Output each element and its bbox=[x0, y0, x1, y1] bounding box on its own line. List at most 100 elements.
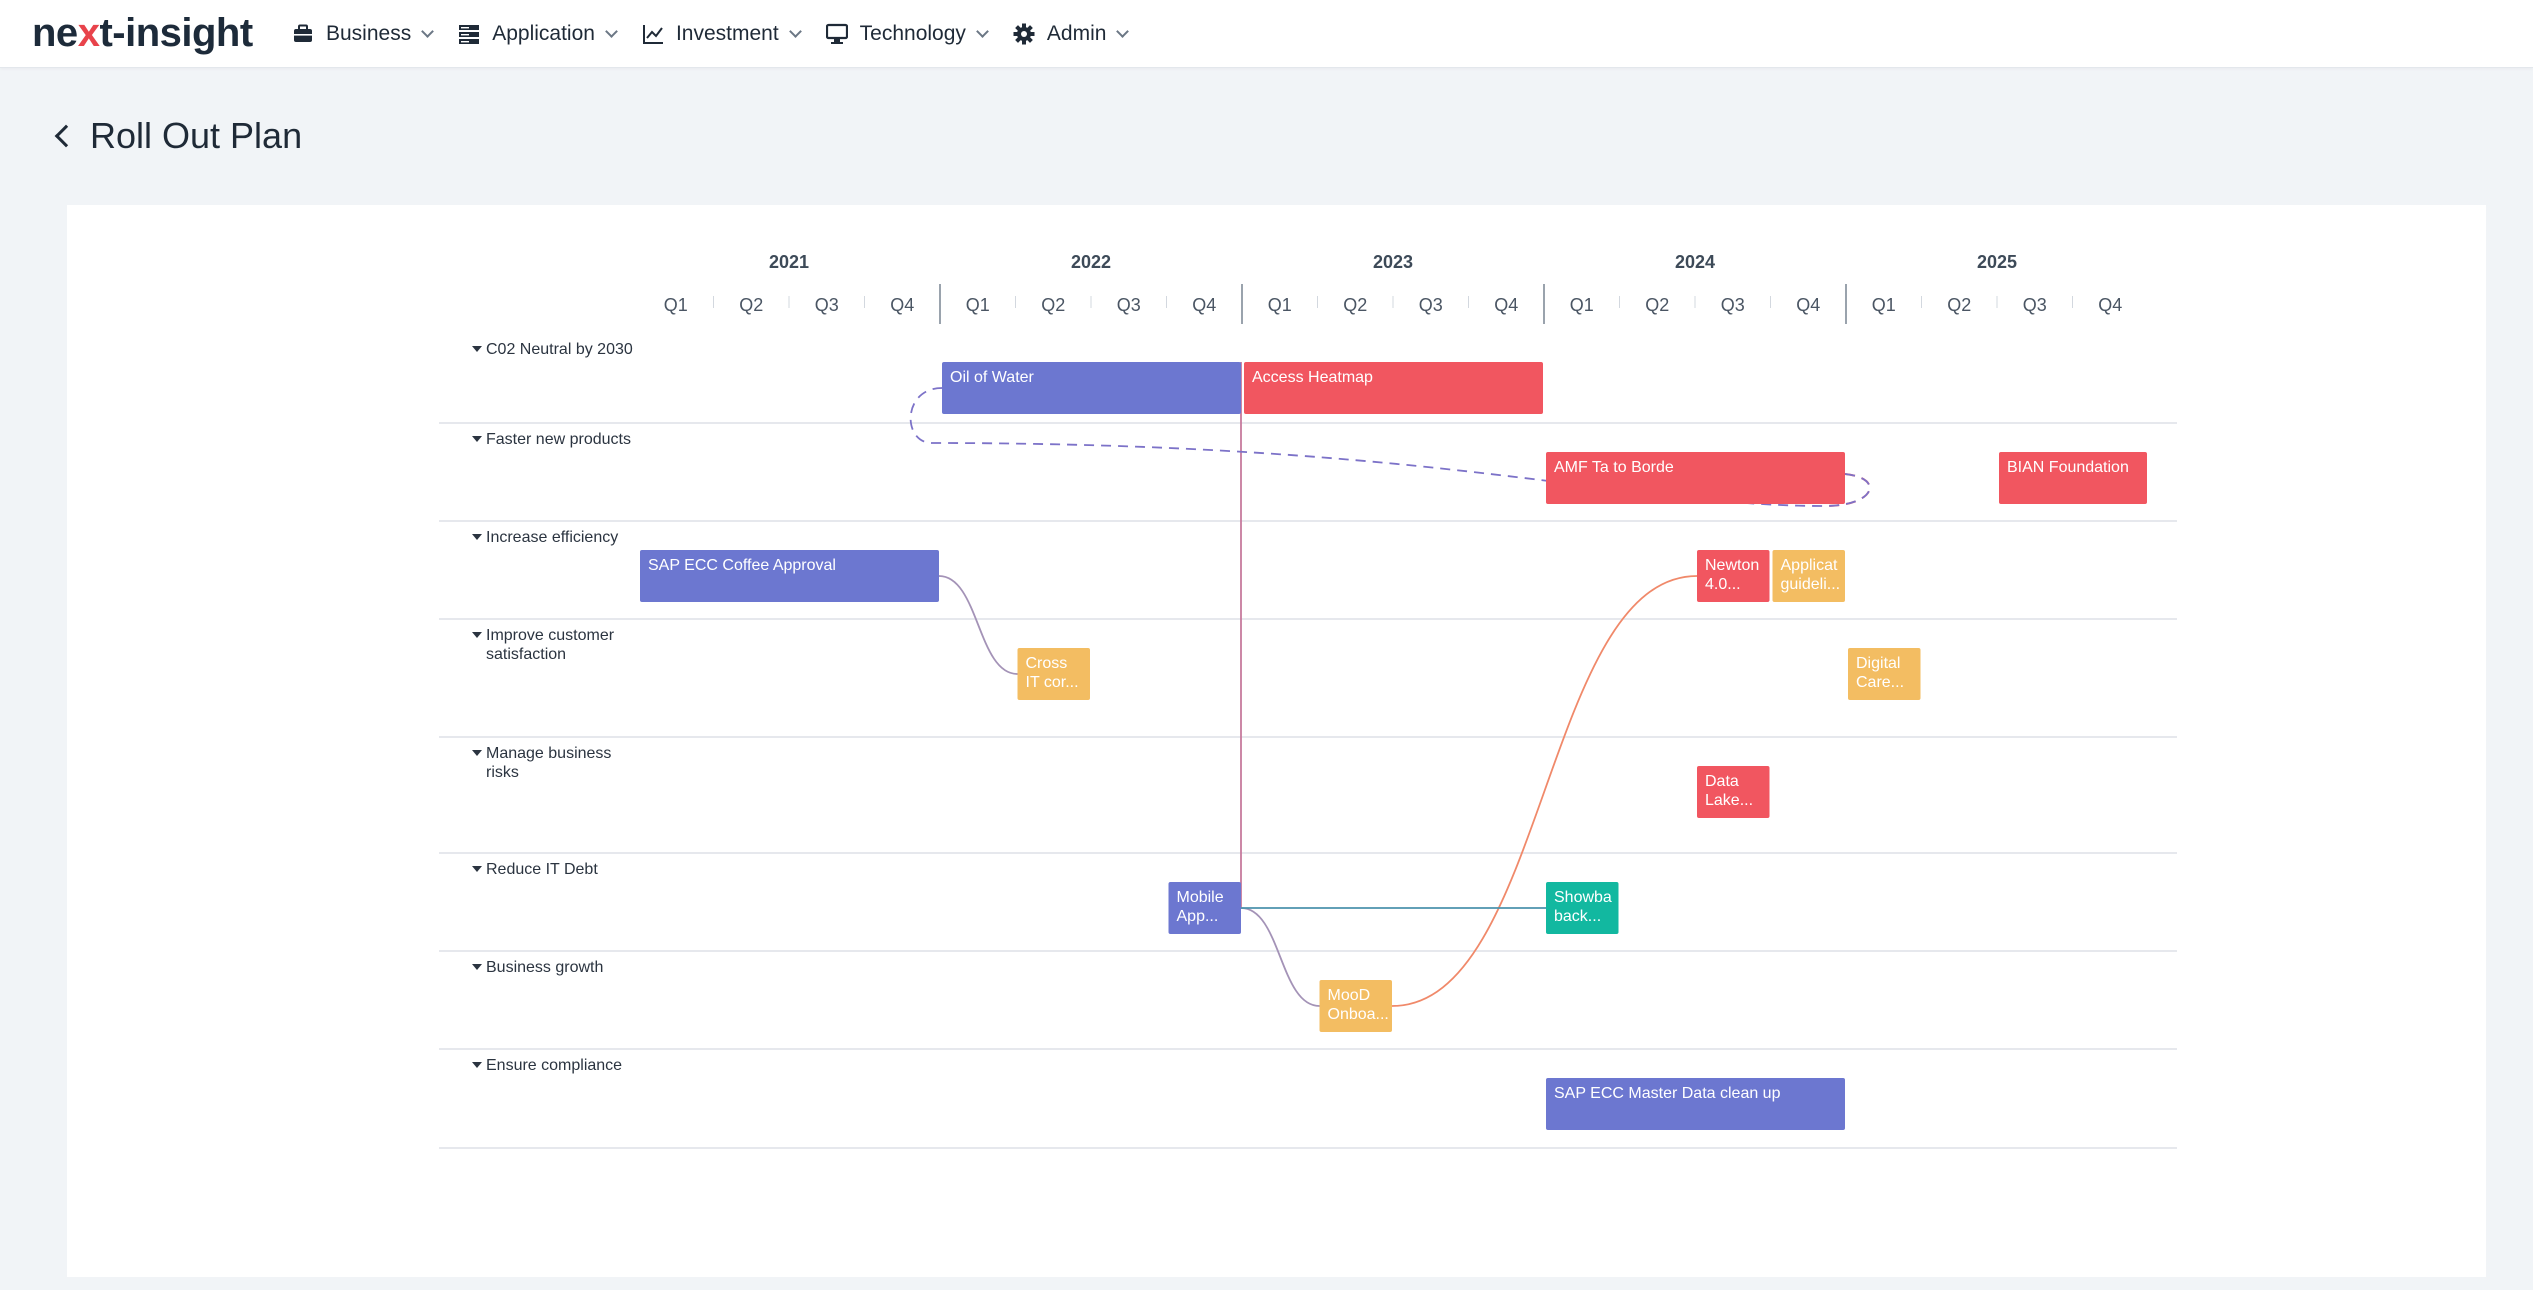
collapse-caret-icon[interactable] bbox=[472, 436, 482, 442]
quarter-label: Q1 bbox=[1268, 295, 1292, 315]
roadmap-item-label: Newton bbox=[1705, 557, 1759, 574]
roadmap-item[interactable]: Cross IT cor... bbox=[1017, 648, 1091, 700]
collapse-caret-icon[interactable] bbox=[472, 964, 482, 970]
lane-label[interactable]: C02 Neutral by 2030 bbox=[486, 341, 633, 358]
main-nav: Business Application Investment Technolo… bbox=[292, 0, 1153, 68]
quarter-label: Q3 bbox=[1419, 295, 1443, 315]
quarter-label: Q4 bbox=[1494, 295, 1518, 315]
logo-suffix: t-insight bbox=[99, 11, 253, 55]
roadmap-item-label: Lake... bbox=[1705, 792, 1753, 809]
page-title: Roll Out Plan bbox=[90, 115, 303, 156]
chevron-down-icon bbox=[788, 25, 802, 38]
lane-label[interactable]: Increase efficiency bbox=[486, 529, 618, 546]
quarter-label: Q2 bbox=[1947, 295, 1971, 315]
lane-label[interactable]: Reduce IT Debt bbox=[486, 861, 598, 878]
roadmap-item[interactable]: SAP ECC Coffee Approval bbox=[640, 550, 939, 602]
nav-investment-label: Investment bbox=[675, 22, 779, 45]
collapse-caret-icon[interactable] bbox=[472, 632, 482, 638]
quarter-label: Q1 bbox=[1872, 295, 1896, 315]
quarter-label: Q1 bbox=[1570, 295, 1594, 315]
roadmap-timeline: 2021 Q1 Q2 Q3 Q4 2022 Q1 Q2 Q3 Q4 2023 Q1 Q2 Q3 Q4 2024… bbox=[439, 252, 2177, 1149]
roadmap-item-label: Applicat bbox=[1781, 557, 1838, 574]
nav-technology-label: Technology bbox=[859, 22, 966, 45]
roadmap-item[interactable]: Digital Care... bbox=[1848, 648, 1921, 700]
chevron-left-icon bbox=[54, 124, 78, 148]
briefcase-icon bbox=[294, 24, 312, 42]
monitor-icon bbox=[825, 23, 848, 44]
collapse-caret-icon[interactable] bbox=[472, 750, 482, 756]
collapse-caret-icon[interactable] bbox=[472, 1062, 482, 1068]
roadmap-item[interactable]: SAP ECC Master Data clean up bbox=[1546, 1078, 1845, 1130]
roadmap-item-label: SAP ECC Coffee Approval bbox=[648, 557, 836, 574]
roadmap-item-label: Data bbox=[1705, 773, 1739, 790]
collapse-caret-icon[interactable] bbox=[472, 866, 482, 872]
year-label: 2021 bbox=[769, 252, 809, 272]
lane-label[interactable]: Ensure compliance bbox=[486, 1057, 622, 1074]
year-label: 2025 bbox=[1977, 252, 2017, 272]
quarter-label: Q4 bbox=[890, 295, 914, 315]
nav-technology[interactable]: Technology bbox=[825, 14, 989, 54]
roadmap-item-label: Onboa... bbox=[1328, 1006, 1389, 1023]
collapse-caret-icon[interactable] bbox=[472, 346, 482, 352]
lane-label[interactable]: risks bbox=[486, 764, 519, 781]
quarter-label: Q1 bbox=[966, 295, 990, 315]
year-label: 2023 bbox=[1373, 252, 1413, 272]
nav-business[interactable]: Business bbox=[292, 14, 435, 54]
roadmap-item-label: Care... bbox=[1856, 674, 1904, 691]
collapse-caret-icon[interactable] bbox=[472, 534, 482, 540]
quarter-label: Q3 bbox=[815, 295, 839, 315]
roadmap-item-label: Digital bbox=[1856, 655, 1900, 672]
server-icon bbox=[459, 25, 480, 44]
lane-label[interactable]: Manage business bbox=[486, 745, 611, 762]
roadmap-item-label: Access Heatmap bbox=[1252, 369, 1373, 386]
nav-application[interactable]: Application bbox=[458, 14, 618, 54]
lane-label[interactable]: Improve customer bbox=[486, 627, 615, 644]
chevron-down-icon bbox=[605, 25, 618, 38]
roadmap-item[interactable]: Mobile App... bbox=[1168, 882, 1242, 934]
logo-x: x bbox=[77, 11, 100, 55]
nav-admin[interactable]: Admin bbox=[1013, 14, 1130, 54]
roadmap-item-label: App... bbox=[1177, 908, 1219, 925]
roadmap-item[interactable]: BIAN Foundation bbox=[1999, 452, 2147, 504]
quarter-label: Q2 bbox=[1041, 295, 1065, 315]
quarter-label: Q4 bbox=[1192, 295, 1216, 315]
year-label: 2024 bbox=[1675, 252, 1715, 272]
roadmap-item-label: back... bbox=[1554, 908, 1601, 925]
roadmap-card: 2021 Q1 Q2 Q3 Q4 2022 Q1 Q2 Q3 Q4 2023 Q1 Q2 Q3 Q4 2024… bbox=[67, 205, 2486, 1277]
line-chart-icon bbox=[642, 25, 663, 44]
gear-icon bbox=[1013, 23, 1035, 45]
app-logo[interactable]: next-insight bbox=[32, 10, 253, 56]
dependency-line bbox=[1240, 907, 1320, 1007]
logo-prefix: ne bbox=[32, 11, 78, 55]
roadmap-item-label: 4.0... bbox=[1705, 576, 1741, 593]
roadmap-item[interactable]: Showba back... bbox=[1546, 882, 1619, 934]
quarter-label: Q3 bbox=[1117, 295, 1141, 315]
quarter-label: Q3 bbox=[2023, 295, 2047, 315]
roadmap-item[interactable]: Data Lake... bbox=[1697, 766, 1770, 818]
nav-investment[interactable]: Investment bbox=[642, 14, 802, 54]
back-button[interactable]: Roll Out Plan bbox=[50, 108, 302, 164]
chevron-down-icon bbox=[1116, 25, 1130, 38]
roadmap-item-label: IT cor... bbox=[1026, 674, 1079, 691]
roadmap-item[interactable]: Access Heatmap bbox=[1244, 362, 1543, 414]
roadmap-item[interactable]: MooD Onboa... bbox=[1319, 980, 1393, 1032]
roadmap-item[interactable]: Newton 4.0... bbox=[1697, 550, 1770, 602]
roadmap-item-label: BIAN Foundation bbox=[2007, 459, 2129, 476]
roadmap-item-label: guideli... bbox=[1781, 576, 1841, 593]
lane-label[interactable]: satisfaction bbox=[486, 646, 566, 663]
nav-business-label: Business bbox=[326, 22, 412, 45]
roadmap-item-label: Cross bbox=[1026, 655, 1068, 672]
lane-label[interactable]: Faster new products bbox=[486, 431, 631, 448]
roadmap-item-label: SAP ECC Master Data clean up bbox=[1554, 1085, 1781, 1102]
roadmap-item[interactable]: AMF Ta to Borde bbox=[1546, 452, 1845, 504]
dependency-line bbox=[938, 575, 1018, 675]
roadmap-item[interactable]: Applicat guideli... bbox=[1772, 550, 1846, 602]
lane-label[interactable]: Business growth bbox=[486, 959, 603, 976]
chevron-down-icon bbox=[421, 25, 435, 38]
roadmap-item-label: Mobile bbox=[1177, 889, 1224, 906]
roadmap-item-label: MooD bbox=[1328, 987, 1371, 1004]
nav-admin-label: Admin bbox=[1046, 22, 1107, 45]
quarter-label: Q4 bbox=[1796, 295, 1820, 315]
roadmap-item[interactable]: Oil of Water bbox=[942, 362, 1241, 414]
dependency-line bbox=[1391, 575, 1698, 1007]
